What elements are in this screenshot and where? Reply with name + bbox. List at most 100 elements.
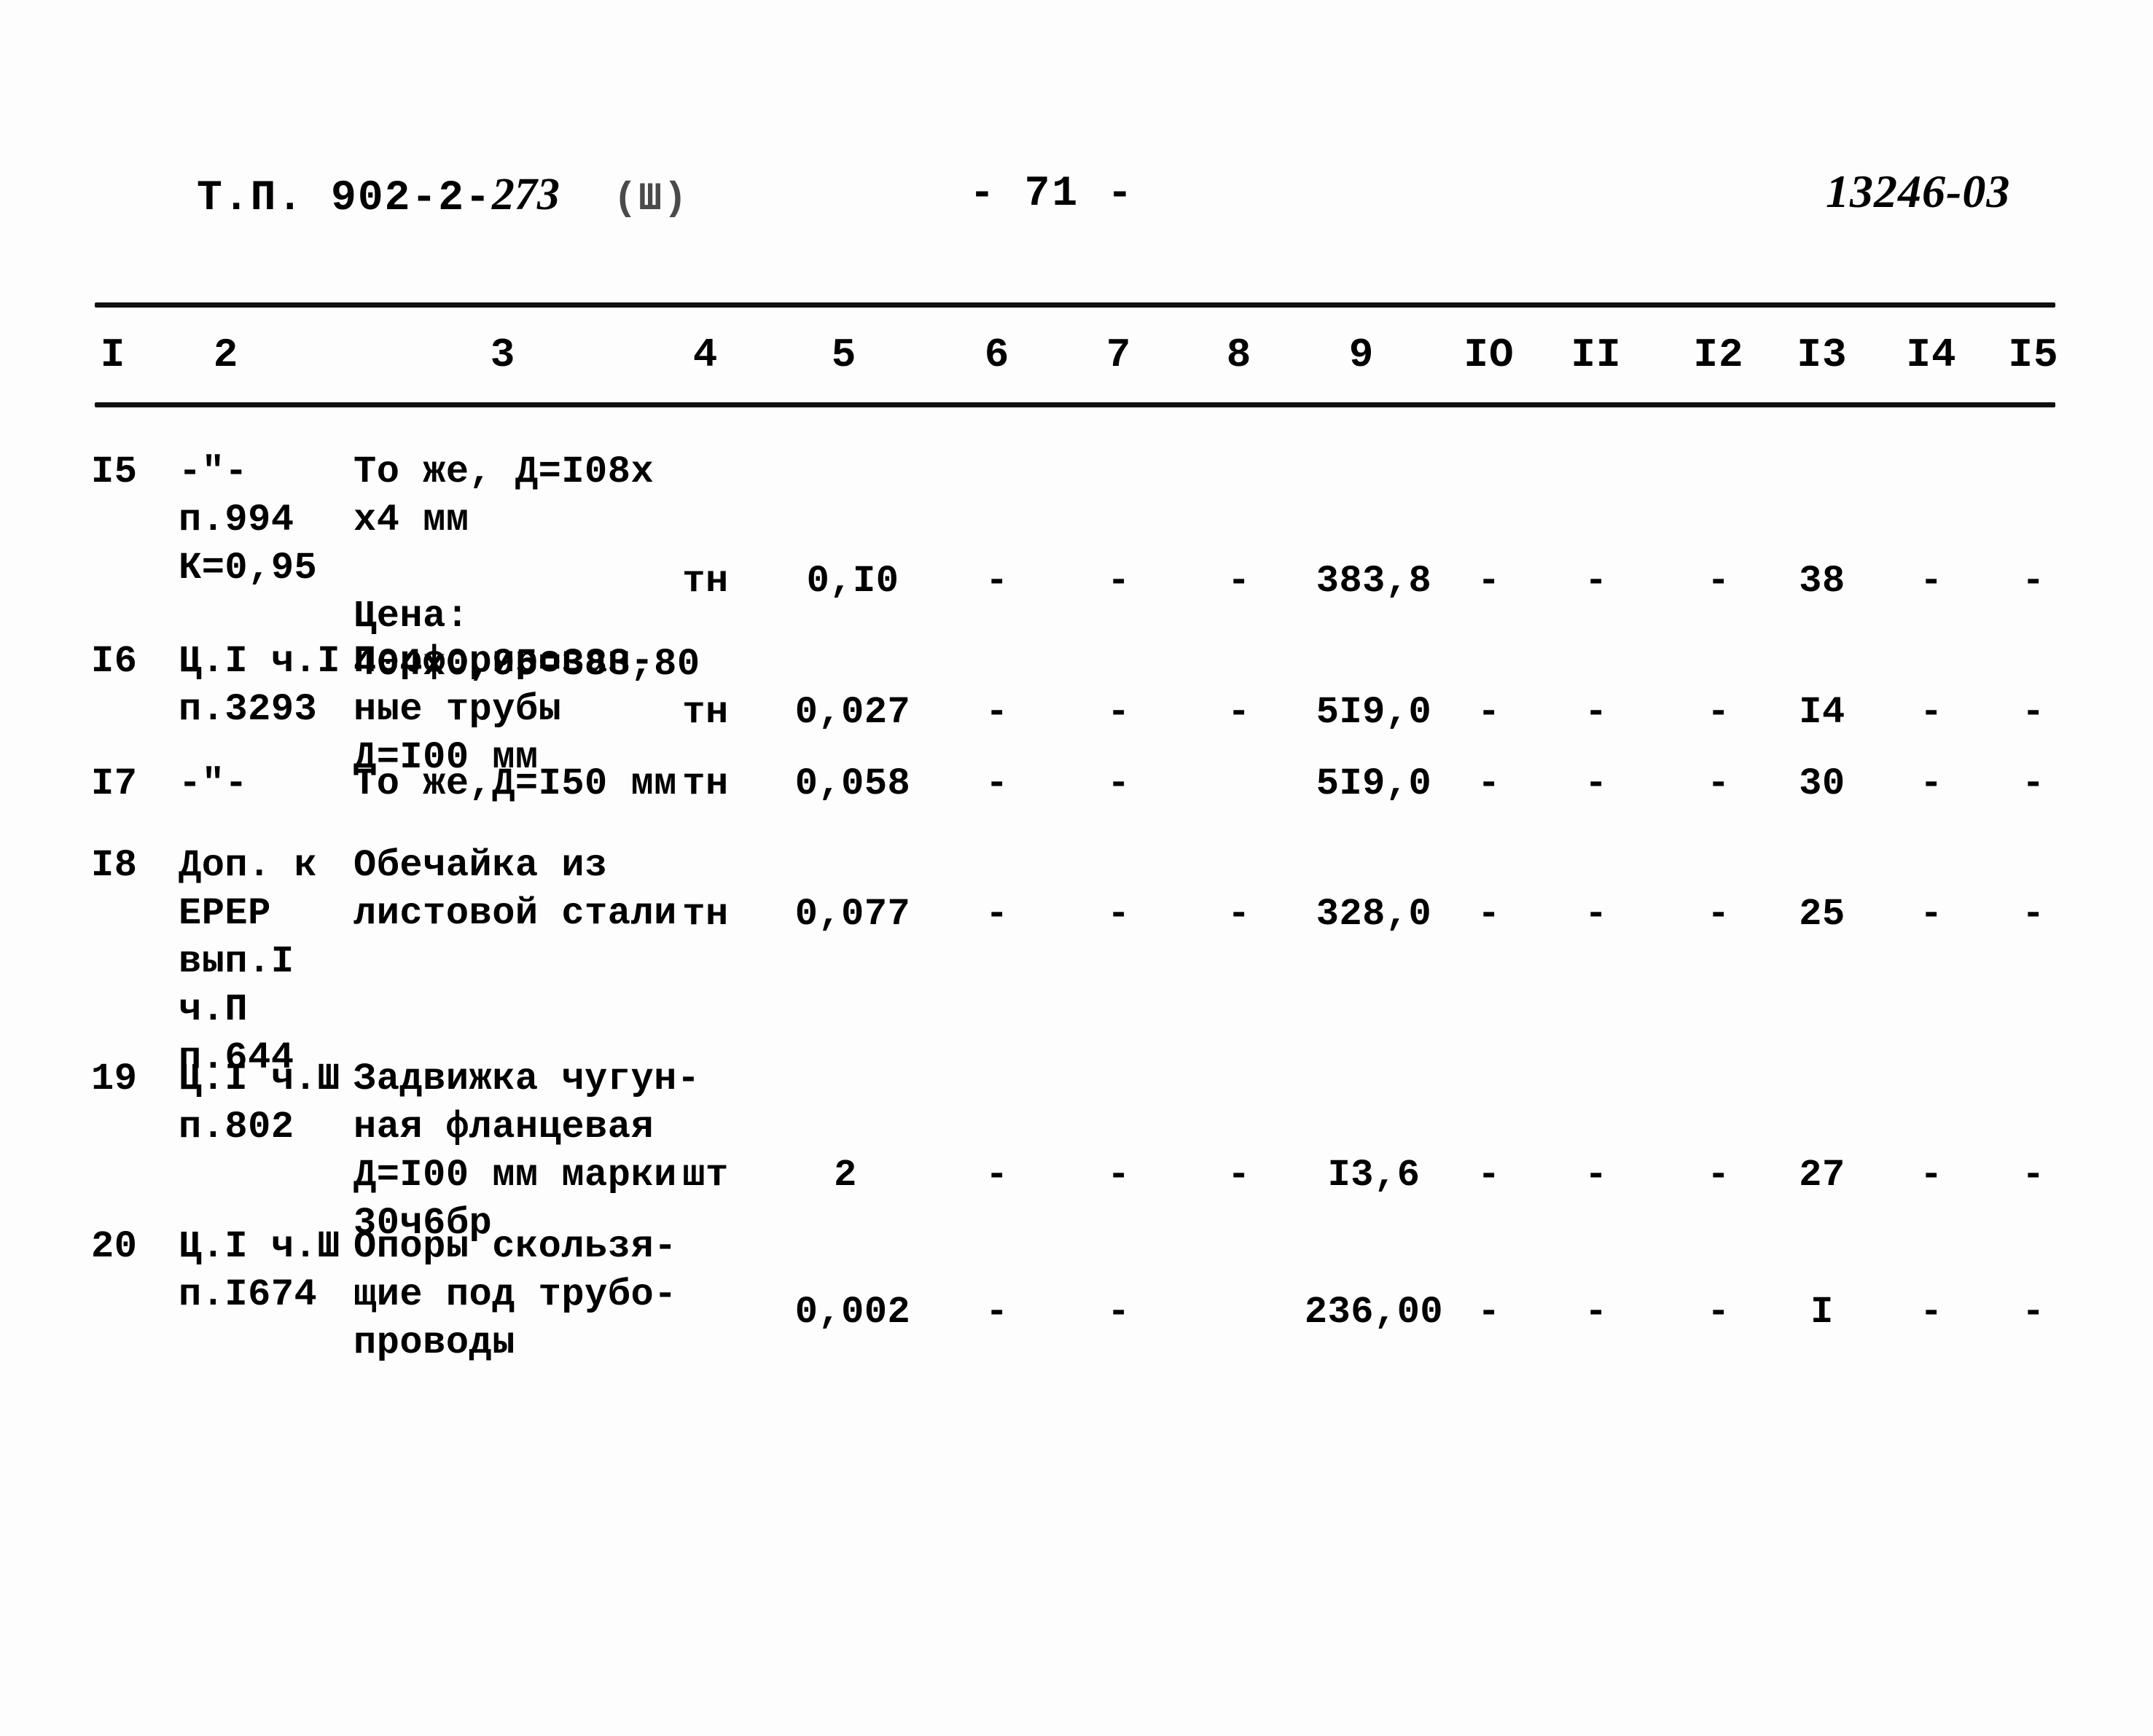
row-number: I7	[91, 762, 138, 805]
row-col9: I3,6	[1327, 1154, 1421, 1197]
row-col8: -	[1227, 691, 1251, 734]
row-col15: -	[2022, 560, 2045, 603]
row-col8: -	[1227, 893, 1251, 936]
row-source-ref: Доп. к ЕРЕР вып.I ч.П п.644	[179, 844, 318, 1079]
row-source-ref: Ц.I ч.I п.3293	[179, 640, 340, 731]
row-unit: тн	[682, 762, 729, 805]
row-col5: 0,077	[794, 893, 911, 936]
row-col7: -	[1107, 893, 1130, 936]
column-header-1: I	[100, 332, 126, 378]
row-col7: -	[1107, 1154, 1130, 1197]
row-description: Опоры скользя- щие под трубо- проводы	[353, 1225, 677, 1364]
row-description: Задвижка чугун- ная фланцевая Д=I00 мм м…	[353, 1057, 700, 1245]
row-col12: -	[1707, 1154, 1730, 1197]
row-col10: -	[1477, 893, 1501, 936]
row-col7: -	[1107, 560, 1130, 603]
row-col11: -	[1585, 560, 1608, 603]
column-header-3: 3	[490, 332, 516, 378]
row-col11: -	[1585, 762, 1608, 805]
row-col11: -	[1585, 893, 1608, 936]
cost-table: I 2 3 4 5 6 7 8 9 IO II I2 I3 I4 I5 I5 -…	[0, 0, 2153, 1736]
row-col11: -	[1585, 691, 1608, 734]
row-col9: 383,8	[1316, 560, 1432, 603]
column-header-13: I3	[1797, 332, 1848, 378]
row-col13: 30	[1799, 762, 1845, 805]
row-source-ref: -"-	[179, 762, 249, 805]
row-source-ref: -"- п.994 К=0,95	[179, 450, 318, 590]
row-description: То же,Д=I50 мм	[353, 762, 677, 805]
row-col15: -	[2022, 691, 2045, 734]
row-col10: -	[1477, 762, 1501, 805]
column-header-10: IO	[1464, 332, 1515, 378]
row-col6: -	[985, 1291, 1009, 1334]
row-col14: -	[1920, 762, 1943, 805]
row-col5: 0,027	[794, 691, 911, 734]
row-col13: I	[1810, 1291, 1834, 1334]
row-col12: -	[1707, 560, 1730, 603]
row-col14: -	[1920, 560, 1943, 603]
row-col12: -	[1707, 762, 1730, 805]
row-col13: 38	[1799, 560, 1845, 603]
row-col7: -	[1107, 1291, 1130, 1334]
row-col6: -	[985, 1154, 1009, 1197]
row-col9: 5I9,0	[1316, 762, 1432, 805]
row-unit: шт	[682, 1154, 729, 1197]
column-header-4: 4	[692, 332, 719, 378]
row-col6: -	[985, 560, 1009, 603]
row-col9: 328,0	[1316, 893, 1432, 936]
row-col12: -	[1707, 893, 1730, 936]
row-col5: 0,I0	[806, 560, 899, 603]
row-number: 20	[91, 1225, 138, 1268]
document-page: Т.П. 902-2-273 (Ш) - 71 - 13246-03 I 2 3…	[0, 0, 2153, 1736]
row-col8: -	[1227, 560, 1251, 603]
column-header-6: 6	[984, 332, 1010, 378]
column-header-5: 5	[831, 332, 857, 378]
row-col14: -	[1920, 893, 1943, 936]
row-col13: 27	[1799, 1154, 1845, 1197]
column-header-2: 2	[213, 332, 239, 378]
row-col6: -	[985, 762, 1009, 805]
row-col15: -	[2022, 893, 2045, 936]
row-col6: -	[985, 691, 1009, 734]
row-unit: тн	[682, 893, 729, 936]
row-col13: 25	[1799, 893, 1845, 936]
column-header-9: 9	[1348, 332, 1375, 378]
column-header-8: 8	[1226, 332, 1252, 378]
row-source-ref: Ц.I ч.Ш п.I674	[179, 1225, 340, 1316]
row-col10: -	[1477, 560, 1501, 603]
row-unit: тн	[682, 691, 729, 734]
row-description: Обечайка из листовой стали	[353, 844, 677, 935]
row-number: I5	[91, 450, 138, 493]
row-col5: 0,058	[794, 762, 911, 805]
column-header-11: II	[1571, 332, 1622, 378]
row-col8: -	[1227, 1154, 1251, 1197]
row-unit: тн	[682, 560, 729, 603]
table-column-header-row: I 2 3 4 5 6 7 8 9 IO II I2 I3 I4 I5	[0, 332, 2153, 390]
row-col7: -	[1107, 762, 1130, 805]
row-col15: -	[2022, 1291, 2045, 1334]
column-header-14: I4	[1906, 332, 1957, 378]
row-col5: 2	[834, 1154, 857, 1197]
row-col15: -	[2022, 762, 2045, 805]
column-header-7: 7	[1106, 332, 1132, 378]
row-col10: -	[1477, 1291, 1501, 1334]
row-col14: -	[1920, 691, 1943, 734]
row-col9: 236,00	[1304, 1291, 1444, 1334]
row-number: I8	[91, 844, 138, 887]
row-col14: -	[1920, 1291, 1943, 1334]
row-col11: -	[1585, 1291, 1608, 1334]
row-col6: -	[985, 893, 1009, 936]
row-col15: -	[2022, 1154, 2045, 1197]
row-col14: -	[1920, 1154, 1943, 1197]
row-col11: -	[1585, 1154, 1608, 1197]
row-col10: -	[1477, 691, 1501, 734]
column-header-15: I5	[2008, 332, 2059, 378]
row-source-ref: Ц.I ч.Ш п.802	[179, 1057, 340, 1149]
row-number: I6	[91, 640, 138, 683]
row-col13: I4	[1799, 691, 1845, 734]
row-col9: 5I9,0	[1316, 691, 1432, 734]
row-col5: 0,002	[794, 1291, 911, 1334]
column-header-12: I2	[1693, 332, 1744, 378]
row-col12: -	[1707, 691, 1730, 734]
row-col12: -	[1707, 1291, 1730, 1334]
